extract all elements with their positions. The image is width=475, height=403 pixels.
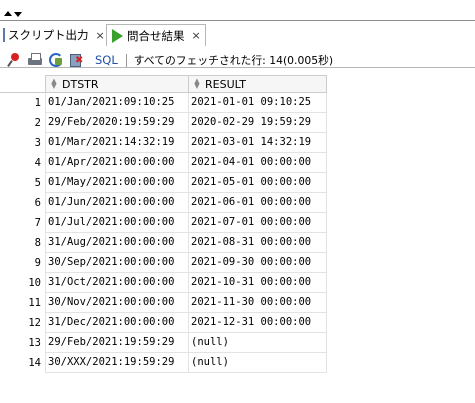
cell-dtstr[interactable]: 31/Aug/2021:00:00:00 [45, 233, 189, 253]
row-number[interactable]: 12 [0, 313, 41, 333]
cell-dtstr[interactable]: 01/May/2021:00:00:00 [45, 173, 189, 193]
row-number[interactable]: 11 [0, 293, 41, 313]
cell-result[interactable]: 2021-11-30 00:00:00 [189, 293, 327, 313]
sort-icon: ▲ ▼ [194, 77, 200, 90]
cell-result[interactable]: 2021-04-01 00:00:00 [189, 153, 327, 173]
sql-button[interactable]: SQL [95, 53, 118, 67]
expand-down-icon[interactable] [14, 12, 22, 17]
row-number[interactable]: 8 [0, 233, 41, 253]
cell-result[interactable]: 2021-06-01 00:00:00 [189, 193, 327, 213]
cell-dtstr[interactable]: 31/Dec/2021:00:00:00 [45, 313, 189, 333]
cell-result[interactable]: 2021-01-01 09:10:25 [189, 93, 327, 113]
row-number[interactable]: 14 [0, 353, 41, 373]
row-number[interactable]: 9 [0, 253, 41, 273]
table-row[interactable]: 4 01/Apr/2021:00:00:00 2021-04-01 00:00:00 [0, 153, 327, 173]
cell-dtstr[interactable]: 01/Apr/2021:00:00:00 [45, 153, 189, 173]
cell-dtstr[interactable]: 30/XXX/2021:19:59:29 [45, 353, 189, 373]
table-row[interactable]: 1 01/Jan/2021:09:10:25 2021-01-01 09:10:25 [0, 93, 327, 113]
cell-dtstr[interactable]: 01/Mar/2021:14:32:19 [45, 133, 189, 153]
cell-result[interactable]: 2021-08-31 00:00:00 [189, 233, 327, 253]
sort-icon: ▲ ▼ [51, 77, 57, 90]
row-number[interactable]: 7 [0, 213, 41, 233]
cell-result[interactable]: 2021-07-01 00:00:00 [189, 213, 327, 233]
toolbar-separator [125, 53, 127, 67]
run-result-icon [112, 28, 123, 43]
table-row[interactable]: 6 01/Jun/2021:00:00:00 2021-06-01 00:00:00 [0, 193, 327, 213]
cell-result[interactable]: 2021-05-01 00:00:00 [189, 173, 327, 193]
table-row[interactable]: 2 29/Feb/2020:19:59:29 2020-02-29 19:59:29 [0, 113, 327, 133]
tab-query-result[interactable]: 問合せ結果 × [106, 24, 206, 46]
table-row[interactable]: 5 01/May/2021:00:00:00 2021-05-01 00:00:00 [0, 173, 327, 193]
column-header-label: DTSTR [62, 77, 99, 91]
cell-result[interactable]: 2020-02-29 19:59:29 [189, 113, 327, 133]
panel-split-toggle[interactable] [4, 11, 24, 19]
table-row[interactable]: 11 30/Nov/2021:00:00:00 2021-11-30 00:00:0… [0, 293, 327, 313]
refresh-icon[interactable] [48, 52, 64, 68]
tab-bar: スクリプト出力 × 問合せ結果 × [0, 22, 475, 68]
row-number[interactable]: 3 [0, 133, 41, 153]
cell-dtstr[interactable]: 01/Jul/2021:00:00:00 [45, 213, 189, 233]
cancel-fetch-icon[interactable] [69, 52, 85, 68]
collapse-up-icon[interactable] [4, 11, 12, 16]
tab-script-output-close-icon[interactable]: × [96, 29, 105, 42]
fetch-status-text: すべてのフェッチされた行: 14(0.005秒) [133, 54, 334, 67]
table-row[interactable]: 14 30/XXX/2021:19:59:29 (null) [0, 353, 327, 373]
cell-result[interactable]: 2021-12-31 00:00:00 [189, 313, 327, 333]
row-number[interactable]: 4 [0, 153, 41, 173]
tab-query-result-label: 問合せ結果 [127, 28, 185, 43]
cell-dtstr[interactable]: 29/Feb/2021:19:59:29 [45, 333, 189, 353]
pin-icon[interactable] [6, 52, 22, 68]
row-number[interactable]: 1 [0, 93, 41, 113]
row-number[interactable]: 5 [0, 173, 41, 193]
cell-result[interactable]: 2021-10-31 00:00:00 [189, 273, 327, 293]
cell-result[interactable]: (null) [189, 333, 327, 353]
row-number-header [0, 75, 45, 93]
row-number[interactable]: 10 [0, 273, 41, 293]
cell-dtstr[interactable]: 29/Feb/2020:19:59:29 [45, 113, 189, 133]
cell-result[interactable]: 2021-09-30 00:00:00 [189, 253, 327, 273]
column-header-result[interactable]: ▲ ▼ RESULT [189, 75, 327, 93]
divider [0, 20, 475, 21]
table-row[interactable]: 3 01/Mar/2021:14:32:19 2021-03-01 14:32:19 [0, 133, 327, 153]
table-row[interactable]: 10 31/Oct/2021:00:00:00 2021-10-31 00:00:0… [0, 273, 327, 293]
script-output-icon [3, 28, 5, 42]
column-header-dtstr[interactable]: ▲ ▼ DTSTR [45, 75, 189, 93]
table-row[interactable]: 12 31/Dec/2021:00:00:00 2021-12-31 00:00:0… [0, 313, 327, 333]
table-row[interactable]: 13 29/Feb/2021:19:59:29 (null) [0, 333, 327, 353]
cell-dtstr[interactable]: 01/Jun/2021:00:00:00 [45, 193, 189, 213]
table-row[interactable]: 9 30/Sep/2021:00:00:00 2021-09-30 00:00:00 [0, 253, 327, 273]
cell-dtstr[interactable]: 01/Jan/2021:09:10:25 [45, 93, 189, 113]
cell-dtstr[interactable]: 30/Sep/2021:00:00:00 [45, 253, 189, 273]
print-icon[interactable] [27, 52, 43, 68]
row-number[interactable]: 13 [0, 333, 41, 353]
cell-result[interactable]: (null) [189, 353, 327, 373]
tab-script-output[interactable]: スクリプト出力 × [0, 24, 105, 46]
row-number[interactable]: 2 [0, 113, 41, 133]
table-row[interactable]: 7 01/Jul/2021:00:00:00 2021-07-01 00:00:00 [0, 213, 327, 233]
cell-dtstr[interactable]: 30/Nov/2021:00:00:00 [45, 293, 189, 313]
tab-query-result-close-icon[interactable]: × [192, 29, 201, 42]
cell-result[interactable]: 2021-03-01 14:32:19 [189, 133, 327, 153]
column-header-label: RESULT [205, 77, 246, 91]
cell-dtstr[interactable]: 31/Oct/2021:00:00:00 [45, 273, 189, 293]
table-row[interactable]: 8 31/Aug/2021:00:00:00 2021-08-31 00:00:00 [0, 233, 327, 253]
top-strip [0, 0, 475, 22]
result-toolbar: SQL すべてのフェッチされた行: 14(0.005秒) [0, 48, 475, 72]
tab-script-output-label: スクリプト出力 [8, 28, 89, 42]
row-number[interactable]: 6 [0, 193, 41, 213]
